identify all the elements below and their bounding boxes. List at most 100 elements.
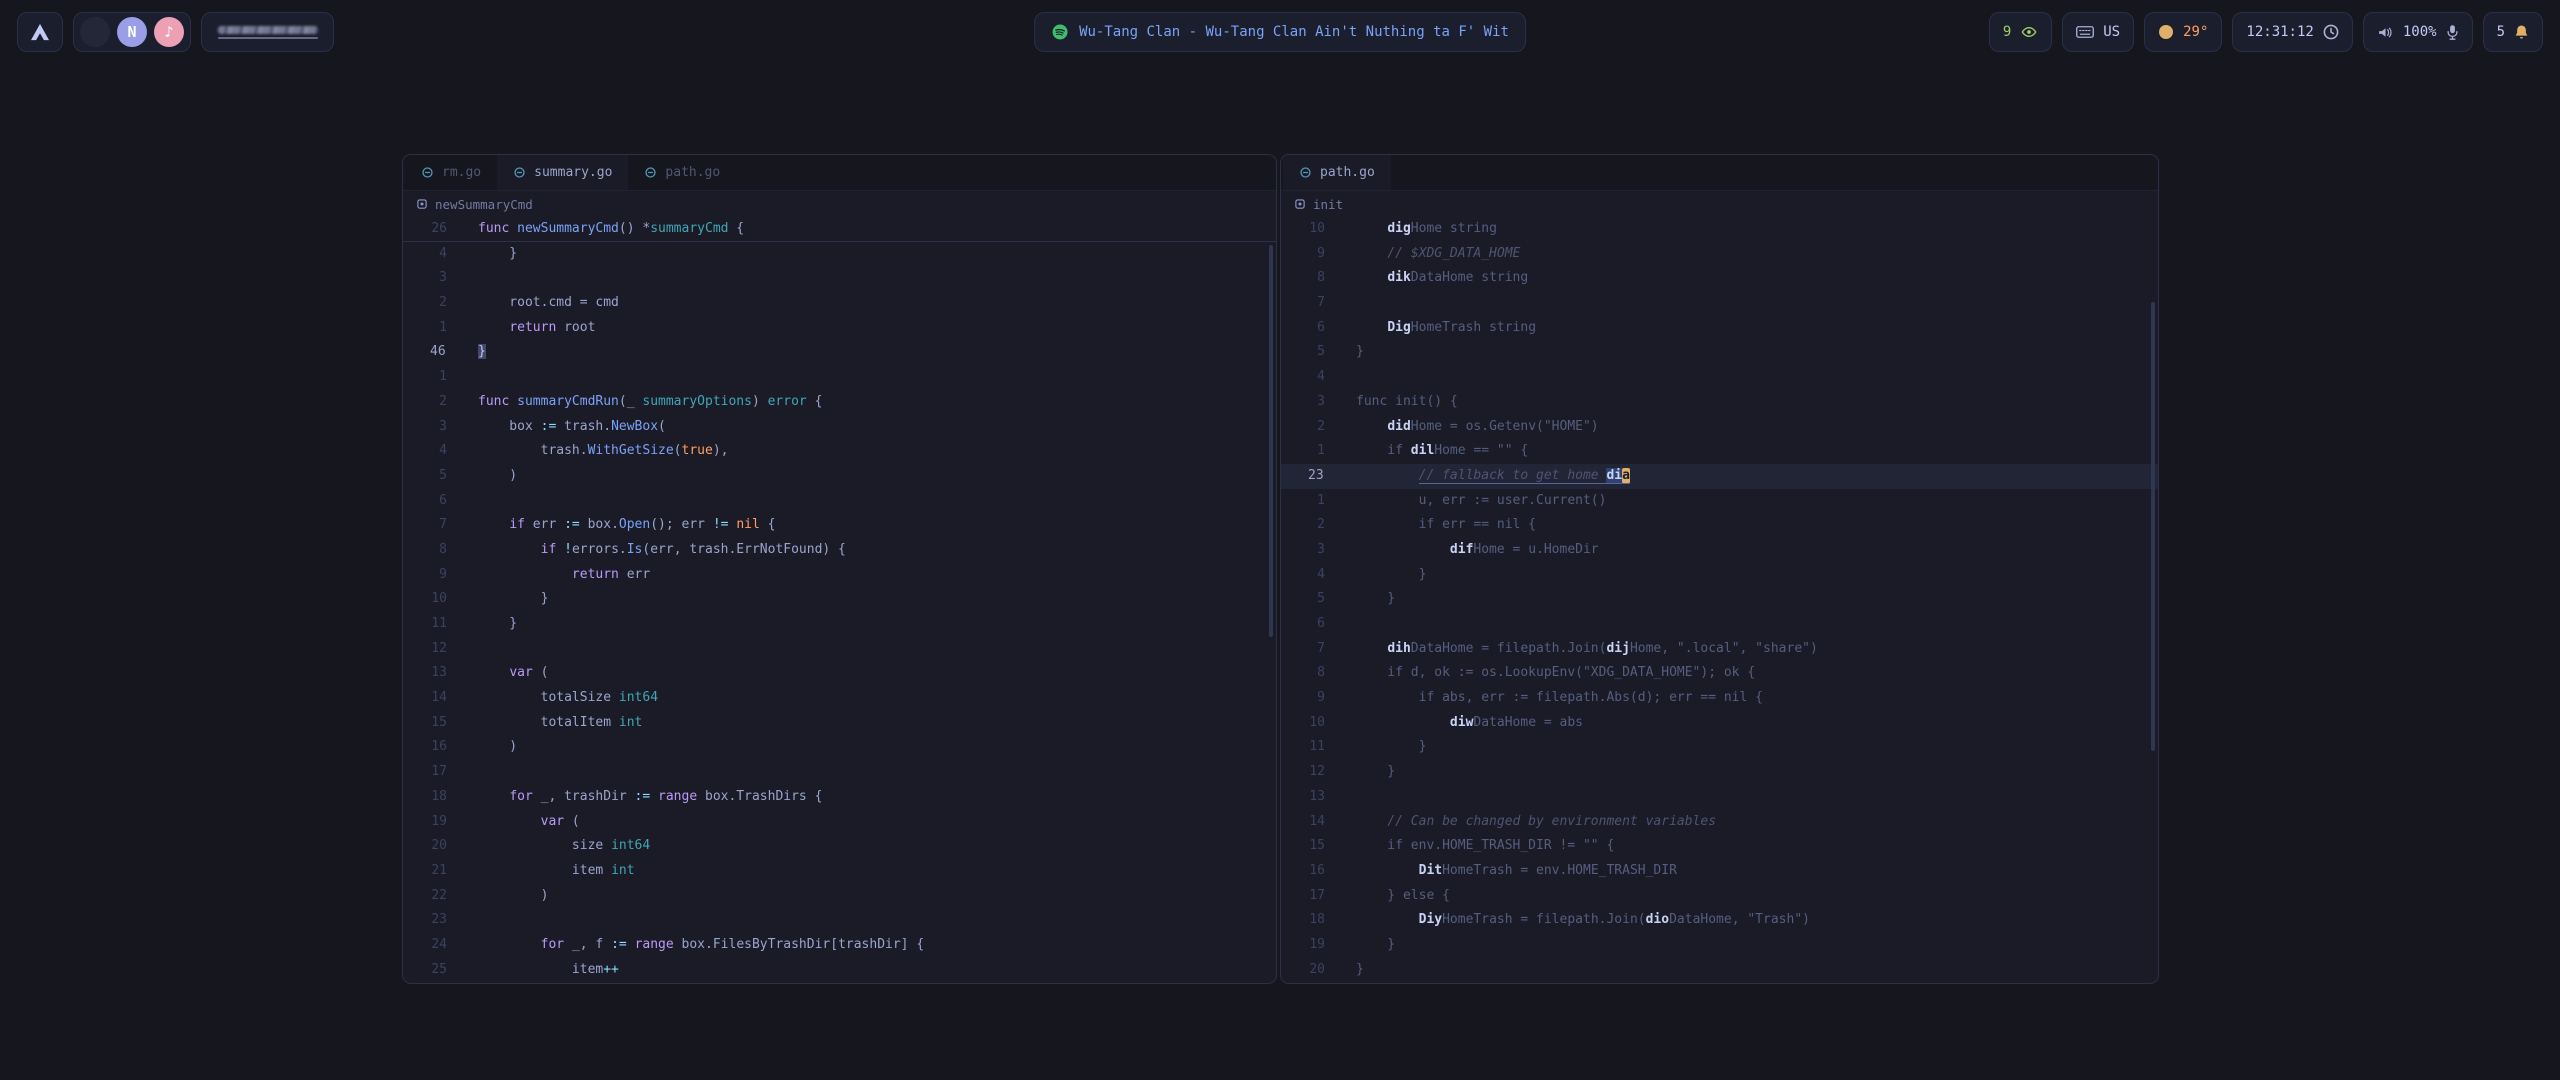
code-text [1356,612,2158,637]
workspace-2[interactable]: N [117,17,147,47]
tab-summary.go[interactable]: summary.go [497,155,628,190]
code-line[interactable]: 9 // $XDG_DATA_HOME [1281,242,2158,267]
code-text: DitHomeTrash = env.HOME_TRASH_DIR [1356,859,2158,884]
code-line[interactable]: 4 [1281,365,2158,390]
code-line[interactable]: 13 var ( [403,661,1276,686]
code-line[interactable]: 13 [1281,785,2158,810]
tab-path.go[interactable]: path.go [1283,155,1391,190]
code-line[interactable]: 21 item int [403,859,1276,884]
code-line[interactable]: 26func newSummaryCmd() *summaryCmd { [403,217,1276,242]
code-line[interactable]: 6 [1281,612,2158,637]
code-line[interactable]: 9 return err [403,563,1276,588]
code-line[interactable]: 3 box := trash.NewBox( [403,415,1276,440]
code-line[interactable]: 19 } [1281,933,2158,958]
code-line[interactable]: 20 size int64 [403,834,1276,859]
audio-module[interactable]: 100% [2363,12,2473,52]
line-number: 25 [403,958,478,983]
code-line[interactable]: 15 if env.HOME_TRASH_DIR != "" { [1281,834,2158,859]
code-line[interactable]: 2 root.cmd = cmd [403,291,1276,316]
code-line[interactable]: 3func init() { [1281,390,2158,415]
code-line[interactable]: 8 if d, ok := os.LookupEnv("XDG_DATA_HOM… [1281,661,2158,686]
code-line[interactable]: 10 diwDataHome = abs [1281,711,2158,736]
code-line[interactable]: 18 DiyHomeTrash = filepath.Join(dioDataH… [1281,908,2158,933]
code-line[interactable]: 6 DigHomeTrash string [1281,316,2158,341]
code-line[interactable]: 8 if !errors.Is(err, trash.ErrNotFound) … [403,538,1276,563]
code-line[interactable]: 17 [403,760,1276,785]
code-line[interactable]: 5 ) [403,464,1276,489]
code-line[interactable]: 9 if abs, err := filepath.Abs(d); err ==… [1281,686,2158,711]
line-number: 2 [1281,415,1356,440]
code-line[interactable]: 8 dikDataHome string [1281,266,2158,291]
code-text: for _, trashDir := range box.TrashDirs { [478,785,1276,810]
scrollbar-left[interactable] [1269,245,1273,637]
code-line[interactable]: 14 // Can be changed by environment vari… [1281,810,2158,835]
code-line[interactable]: 24 for _, f := range box.FilesByTrashDir… [403,933,1276,958]
weather-module[interactable]: 29° [2144,12,2222,52]
idle-inhibitor-module[interactable]: 9 [1989,12,2052,52]
code-line[interactable]: 2 didHome = os.Getenv("HOME") [1281,415,2158,440]
code-line[interactable]: 46} [403,340,1276,365]
code-text: dihDataHome = filepath.Join(dijHome, ".l… [1356,637,2158,662]
code-line[interactable]: 16 ) [403,735,1276,760]
code-line[interactable]: 6 [403,489,1276,514]
code-line[interactable]: 4 } [1281,563,2158,588]
breadcrumb-right[interactable]: init [1281,191,2158,217]
launcher-button[interactable] [17,12,63,52]
line-number: 3 [1281,538,1356,563]
code-line[interactable]: 5 } [1281,587,2158,612]
code-line[interactable]: 11 } [403,612,1276,637]
code-line[interactable]: 1 u, err := user.Current() [1281,489,2158,514]
code-line[interactable]: 11 } [1281,735,2158,760]
code-line[interactable]: 7 if err := box.Open(); err != nil { [403,513,1276,538]
tab-rm.go[interactable]: rm.go [405,155,497,190]
code-line[interactable]: 1 return root [403,316,1276,341]
code-line[interactable]: 10 } [403,587,1276,612]
notifications-module[interactable]: 5 [2483,12,2543,52]
code-line[interactable]: 3 [403,266,1276,291]
code-line[interactable]: 2 if err == nil { [1281,513,2158,538]
symbol-function-icon [416,198,428,210]
code-line[interactable]: 4 } [403,242,1276,267]
code-line[interactable]: 12 } [1281,760,2158,785]
code-line[interactable]: 7 dihDataHome = filepath.Join(dijHome, "… [1281,637,2158,662]
code-line[interactable]: 16 DitHomeTrash = env.HOME_TRASH_DIR [1281,859,2158,884]
code-line[interactable]: 19 var ( [403,810,1276,835]
workspace-1[interactable] [80,17,110,47]
code-line[interactable]: 3 difHome = u.HomeDir [1281,538,2158,563]
line-number: 19 [403,810,478,835]
code-line[interactable]: 7 [1281,291,2158,316]
code-line[interactable]: 5} [1281,340,2158,365]
code-line[interactable]: 12 [403,637,1276,662]
code-line[interactable]: 18 for _, trashDir := range box.TrashDir… [403,785,1276,810]
line-number: 9 [1281,686,1356,711]
line-number: 23 [1281,464,1356,489]
code-line[interactable]: 14 totalSize int64 [403,686,1276,711]
line-number: 16 [1281,859,1356,884]
code-line[interactable]: 2func summaryCmdRun(_ summaryOptions) er… [403,390,1276,415]
code-text: } else { [1356,884,2158,909]
code-line[interactable]: 17 } else { [1281,884,2158,909]
obscured-window-title [218,26,318,39]
code-line[interactable]: 25 item++ [403,958,1276,983]
code-line[interactable]: 15 totalItem int [403,711,1276,736]
code-line[interactable]: 20} [1281,958,2158,983]
line-number: 20 [1281,958,1356,983]
media-pill[interactable]: Wu-Tang Clan - Wu-Tang Clan Ain't Nuthin… [1034,12,1526,52]
code-line[interactable]: 1 [403,365,1276,390]
code-line[interactable]: 22 ) [403,884,1276,909]
clock-module[interactable]: 12:31:12 [2232,12,2352,52]
breadcrumb-left[interactable]: newSummaryCmd [403,191,1276,217]
code-line[interactable]: 10 digHome string [1281,217,2158,242]
code-line[interactable]: 1 if dilHome == "" { [1281,439,2158,464]
workspace-3[interactable]: ♪ [154,17,184,47]
scrollbar-right[interactable] [2151,302,2155,751]
tab-path.go[interactable]: path.go [628,155,736,190]
code-text: ) [478,464,1276,489]
editor-area: rm.gosummary.gopath.go newSummaryCmd 26f… [402,154,2159,984]
code-text: return err [478,563,1276,588]
code-line[interactable]: 23 [403,908,1276,933]
active-window-title-pill[interactable] [201,12,334,52]
keyboard-layout-module[interactable]: US [2062,12,2134,52]
code-line[interactable]: 23 // fallback to get home dia [1281,464,2158,489]
code-line[interactable]: 4 trash.WithGetSize(true), [403,439,1276,464]
